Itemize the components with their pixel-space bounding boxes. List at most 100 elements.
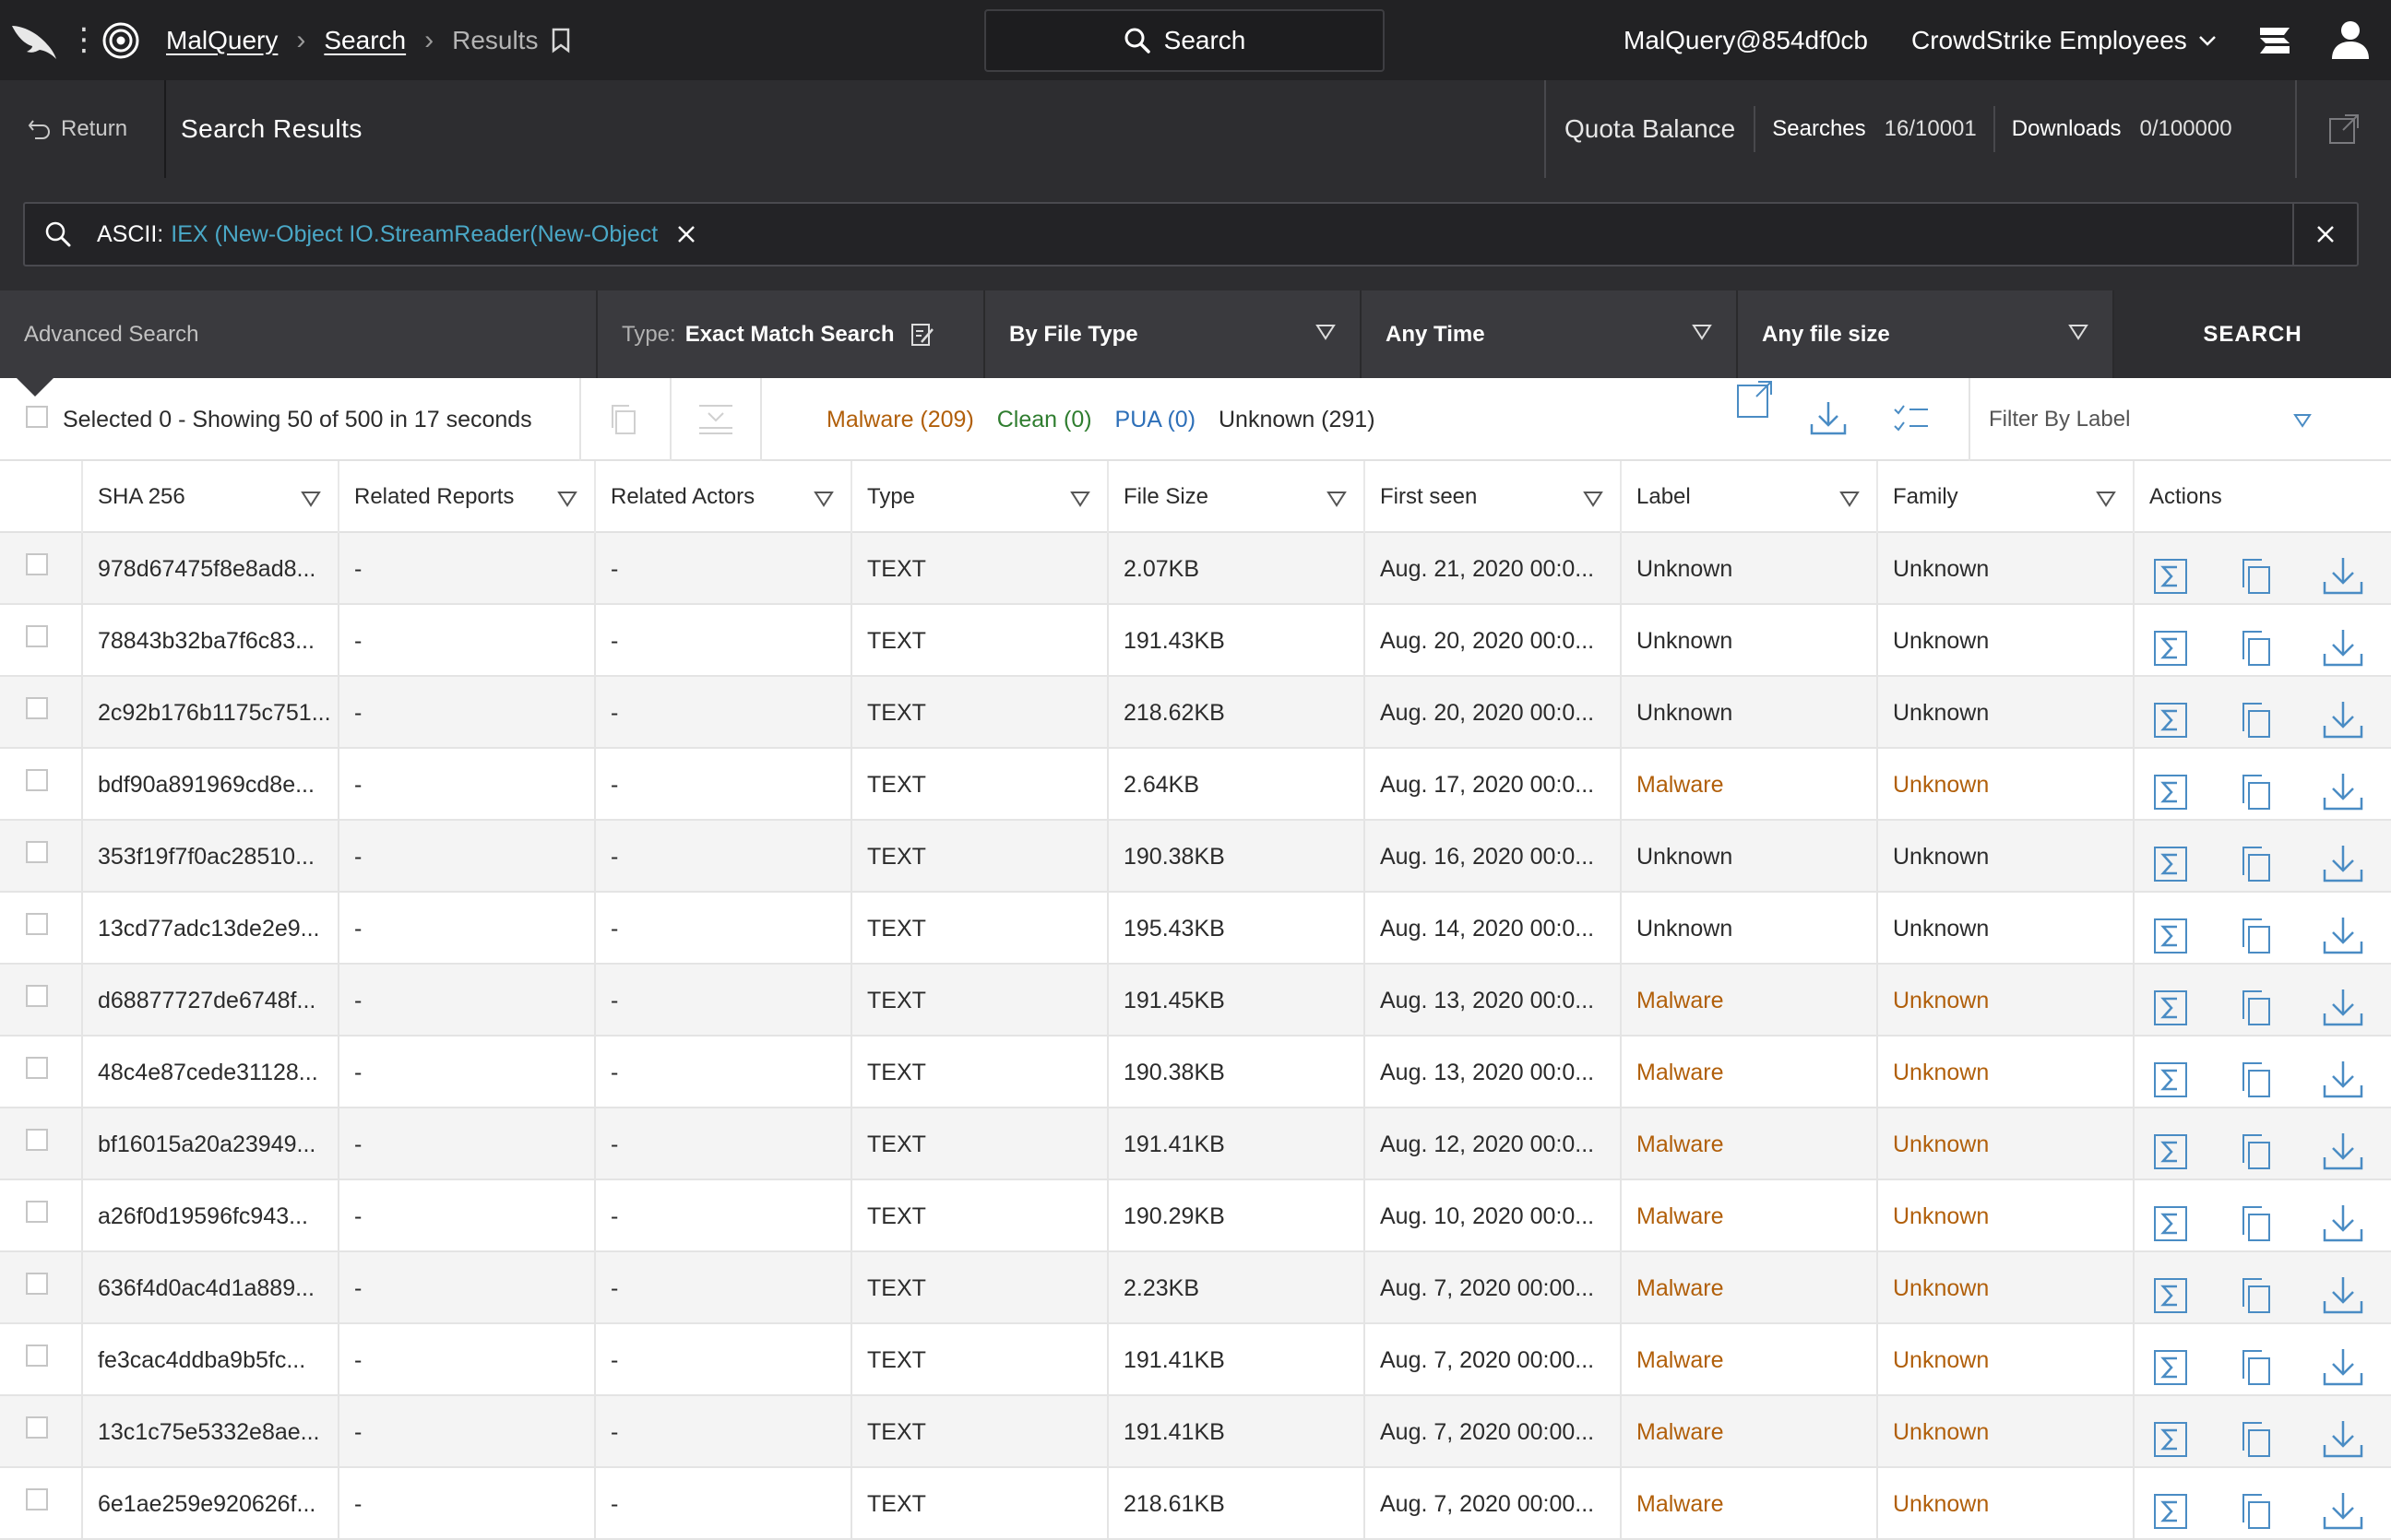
row-checkbox[interactable] — [26, 769, 48, 791]
table-row[interactable]: 6e1ae259e920626f... - - TEXT 218.61KB Aug. 7,… — [0, 1468, 2391, 1540]
search-type-selector[interactable]: Type: Exact Match Search — [596, 290, 983, 378]
breadcrumb-malquery[interactable]: MalQuery — [166, 26, 278, 55]
pua-count[interactable]: PUA (0) — [1115, 407, 1196, 432]
copy-icon[interactable] — [2240, 1343, 2271, 1396]
sha256-cell[interactable]: 78843b32ba7f6c83... — [81, 605, 338, 677]
copy-icon[interactable] — [2240, 1055, 2271, 1108]
row-checkbox[interactable] — [26, 625, 48, 647]
download-icon[interactable] — [2323, 767, 2363, 821]
copy-icon[interactable] — [2240, 1127, 2271, 1180]
sha256-cell[interactable]: 48c4e87cede31128... — [81, 1037, 338, 1108]
filter-triangle-icon[interactable] — [301, 491, 321, 507]
copy-icon[interactable] — [2240, 983, 2271, 1037]
copy-icon[interactable] — [2240, 1271, 2271, 1324]
column-header-sha256[interactable]: SHA 256 — [81, 461, 338, 533]
sigma-report-icon[interactable] — [2153, 1487, 2188, 1540]
sigma-report-icon[interactable] — [2153, 1271, 2188, 1324]
download-icon[interactable] — [2323, 1127, 2363, 1180]
copy-icon[interactable] — [2240, 695, 2271, 749]
table-row[interactable]: a26f0d19596fc943... - - TEXT 190.29KB Aug. 10… — [0, 1180, 2391, 1252]
checklist-icon[interactable] — [1893, 402, 1930, 440]
search-button[interactable]: SEARCH — [2112, 290, 2391, 378]
query-input[interactable]: ASCII: IEX (New-Object IO.StreamReader(N… — [23, 202, 2359, 267]
sigma-report-icon[interactable] — [2153, 983, 2188, 1037]
row-checkbox[interactable] — [26, 841, 48, 863]
sha256-cell[interactable]: 13cd77adc13de2e9... — [81, 893, 338, 965]
download-icon[interactable] — [2323, 695, 2363, 749]
sigma-report-icon[interactable] — [2153, 1055, 2188, 1108]
sigma-report-icon[interactable] — [2153, 767, 2188, 821]
table-row[interactable]: 48c4e87cede31128... - - TEXT 190.38KB Aug. 13… — [0, 1037, 2391, 1108]
query-value[interactable]: IEX (New-Object IO.StreamReader(New-Obje… — [171, 221, 658, 248]
filter-triangle-icon[interactable] — [1839, 491, 1860, 507]
row-checkbox[interactable] — [26, 1488, 48, 1510]
return-button[interactable]: Return — [28, 80, 127, 178]
download-icon[interactable] — [2323, 1055, 2363, 1108]
collapse-icon[interactable] — [697, 404, 734, 440]
column-header-first-seen[interactable]: First seen — [1363, 461, 1620, 533]
row-checkbox[interactable] — [26, 1057, 48, 1079]
export-button[interactable] — [2295, 80, 2391, 178]
copy-icon[interactable] — [2240, 1415, 2271, 1468]
copy-icon[interactable] — [2240, 623, 2271, 677]
download-icon[interactable] — [2323, 1343, 2363, 1396]
malquery-target-icon[interactable] — [98, 21, 144, 60]
sigma-report-icon[interactable] — [2153, 1415, 2188, 1468]
filter-triangle-icon[interactable] — [2096, 491, 2116, 507]
download-icon[interactable] — [2323, 623, 2363, 677]
download-icon[interactable] — [2323, 911, 2363, 965]
filter-triangle-icon[interactable] — [1070, 491, 1090, 507]
filter-triangle-icon[interactable] — [1583, 491, 1603, 507]
sha256-cell[interactable]: 978d67475f8e8ad8... — [81, 533, 338, 605]
row-checkbox[interactable] — [26, 1129, 48, 1151]
download-icon[interactable] — [2323, 1271, 2363, 1324]
filter-triangle-icon[interactable] — [1326, 491, 1347, 507]
filter-triangle-icon[interactable] — [814, 491, 834, 507]
table-row[interactable]: bdf90a891969cd8e... - - TEXT 2.64KB Aug. 17, … — [0, 749, 2391, 821]
table-row[interactable]: bf16015a20a23949... - - TEXT 191.41KB Aug. 12… — [0, 1108, 2391, 1180]
copy-icon[interactable] — [2240, 911, 2271, 965]
column-header-related-reports[interactable]: Related Reports — [338, 461, 594, 533]
column-header-family[interactable]: Family — [1876, 461, 2133, 533]
org-selector[interactable]: CrowdStrike Employees — [1911, 0, 2217, 80]
breadcrumb-search[interactable]: Search — [324, 26, 406, 55]
stack-icon[interactable] — [2256, 22, 2293, 64]
sha256-cell[interactable]: bf16015a20a23949... — [81, 1108, 338, 1180]
sigma-report-icon[interactable] — [2153, 551, 2188, 605]
copy-icon[interactable] — [2240, 839, 2271, 893]
malware-count[interactable]: Malware (209) — [827, 407, 974, 432]
sha256-cell[interactable]: a26f0d19596fc943... — [81, 1180, 338, 1252]
user-account-name[interactable]: MalQuery@854df0cb — [1624, 0, 1868, 80]
remove-query-icon[interactable] — [676, 224, 696, 244]
sha256-cell[interactable]: fe3cac4ddba9b5fc... — [81, 1324, 338, 1396]
sigma-report-icon[interactable] — [2153, 1343, 2188, 1396]
sigma-report-icon[interactable] — [2153, 1199, 2188, 1252]
sha256-cell[interactable]: 13c1c75e5332e8ae... — [81, 1396, 338, 1468]
sha256-cell[interactable]: 353f19f7f0ac28510... — [81, 821, 338, 893]
filter-by-label-dropdown[interactable]: Filter By Label — [1969, 378, 2391, 461]
row-checkbox[interactable] — [26, 1201, 48, 1223]
download-icon[interactable] — [2323, 983, 2363, 1037]
download-icon[interactable] — [2323, 1487, 2363, 1540]
more-menu-icon[interactable]: ⋮ — [68, 0, 100, 80]
download-icon[interactable] — [2323, 551, 2363, 605]
column-header-label[interactable]: Label — [1620, 461, 1876, 533]
sigma-report-icon[interactable] — [2153, 695, 2188, 749]
unknown-count[interactable]: Unknown (291) — [1219, 407, 1375, 432]
table-row[interactable]: 353f19f7f0ac28510... - - TEXT 190.38KB Aug. 1… — [0, 821, 2391, 893]
sigma-report-icon[interactable] — [2153, 623, 2188, 677]
sha256-cell[interactable]: d68877727de6748f... — [81, 965, 338, 1037]
copy-icon[interactable] — [2240, 551, 2271, 605]
select-all-checkbox[interactable] — [26, 406, 48, 428]
clear-query-button[interactable] — [2292, 204, 2357, 265]
column-header-related-actors[interactable]: Related Actors — [594, 461, 851, 533]
row-checkbox[interactable] — [26, 1273, 48, 1295]
export-icon[interactable] — [1736, 380, 1773, 425]
table-row[interactable]: 13c1c75e5332e8ae... - - TEXT 191.41KB Aug. 7,… — [0, 1396, 2391, 1468]
sha256-cell[interactable]: 636f4d0ac4d1a889... — [81, 1252, 338, 1324]
falcon-logo-icon[interactable] — [0, 0, 68, 80]
table-row[interactable]: 978d67475f8e8ad8... - - TEXT 2.07KB Aug. 21, … — [0, 533, 2391, 605]
copy-icon[interactable] — [2240, 1199, 2271, 1252]
row-checkbox[interactable] — [26, 1345, 48, 1367]
column-header-file-size[interactable]: File Size — [1107, 461, 1363, 533]
